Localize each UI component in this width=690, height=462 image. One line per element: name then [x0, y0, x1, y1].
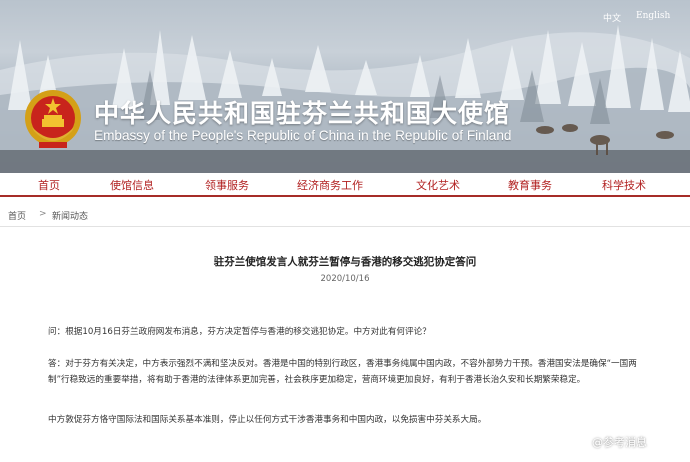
winter-forest-background [0, 25, 690, 173]
breadcrumb-home-link[interactable]: 首页 [8, 209, 26, 222]
national-emblem-icon [25, 90, 81, 148]
language-english-link[interactable]: English [636, 11, 670, 21]
nav-item-economic-commerce[interactable]: 经济商务工作 [297, 177, 363, 193]
nav-item-science-technology[interactable]: 科学技术 [602, 177, 646, 193]
embassy-title-english: Embassy of the People's Republic of Chin… [94, 128, 512, 143]
nav-item-home[interactable]: 首页 [38, 177, 60, 193]
embassy-title-chinese: 中华人民共和国驻芬兰共和国大使馆 [94, 99, 511, 128]
source-watermark: @参考消息 [592, 436, 647, 449]
article-date: 2020/10/16 [320, 274, 370, 284]
nav-item-culture-arts[interactable]: 文化艺术 [416, 177, 460, 193]
breadcrumb-section-link[interactable]: 新闻动态 [52, 209, 88, 222]
nav-item-consular-services[interactable]: 领事服务 [205, 177, 249, 193]
article-paragraph-answer: 答：对于芬方有关决定，中方表示强烈不满和坚决反对。香港是中国的特别行政区，香港事… [48, 359, 637, 385]
breadcrumb-separator: > [39, 209, 47, 219]
nav-item-education[interactable]: 教育事务 [508, 177, 552, 193]
language-chinese-link[interactable]: 中文 [603, 11, 621, 24]
article-paragraph-question: 问：根据10月16日芬兰政府网发布消息，芬方决定暂停与香港的移交逃犯协定。中方对… [48, 327, 431, 337]
nav-item-embassy-info[interactable]: 使馆信息 [110, 177, 154, 193]
main-navigation: 首页 使馆信息 领事服务 经济商务工作 文化艺术 教育事务 科学技术 [0, 173, 690, 197]
article-title: 驻芬兰使馆发言人就芬兰暂停与香港的移交逃犯协定答问 [213, 256, 477, 268]
article-paragraph-closing: 中方敦促芬方恪守国际法和国际关系基本准则，停止以任何方式干涉香港事务和中国内政，… [48, 415, 487, 425]
breadcrumb-divider [0, 226, 690, 227]
header-banner: 中文 English 中华人民共和国驻芬兰共和国大使馆 Embassy of t… [0, 0, 690, 173]
